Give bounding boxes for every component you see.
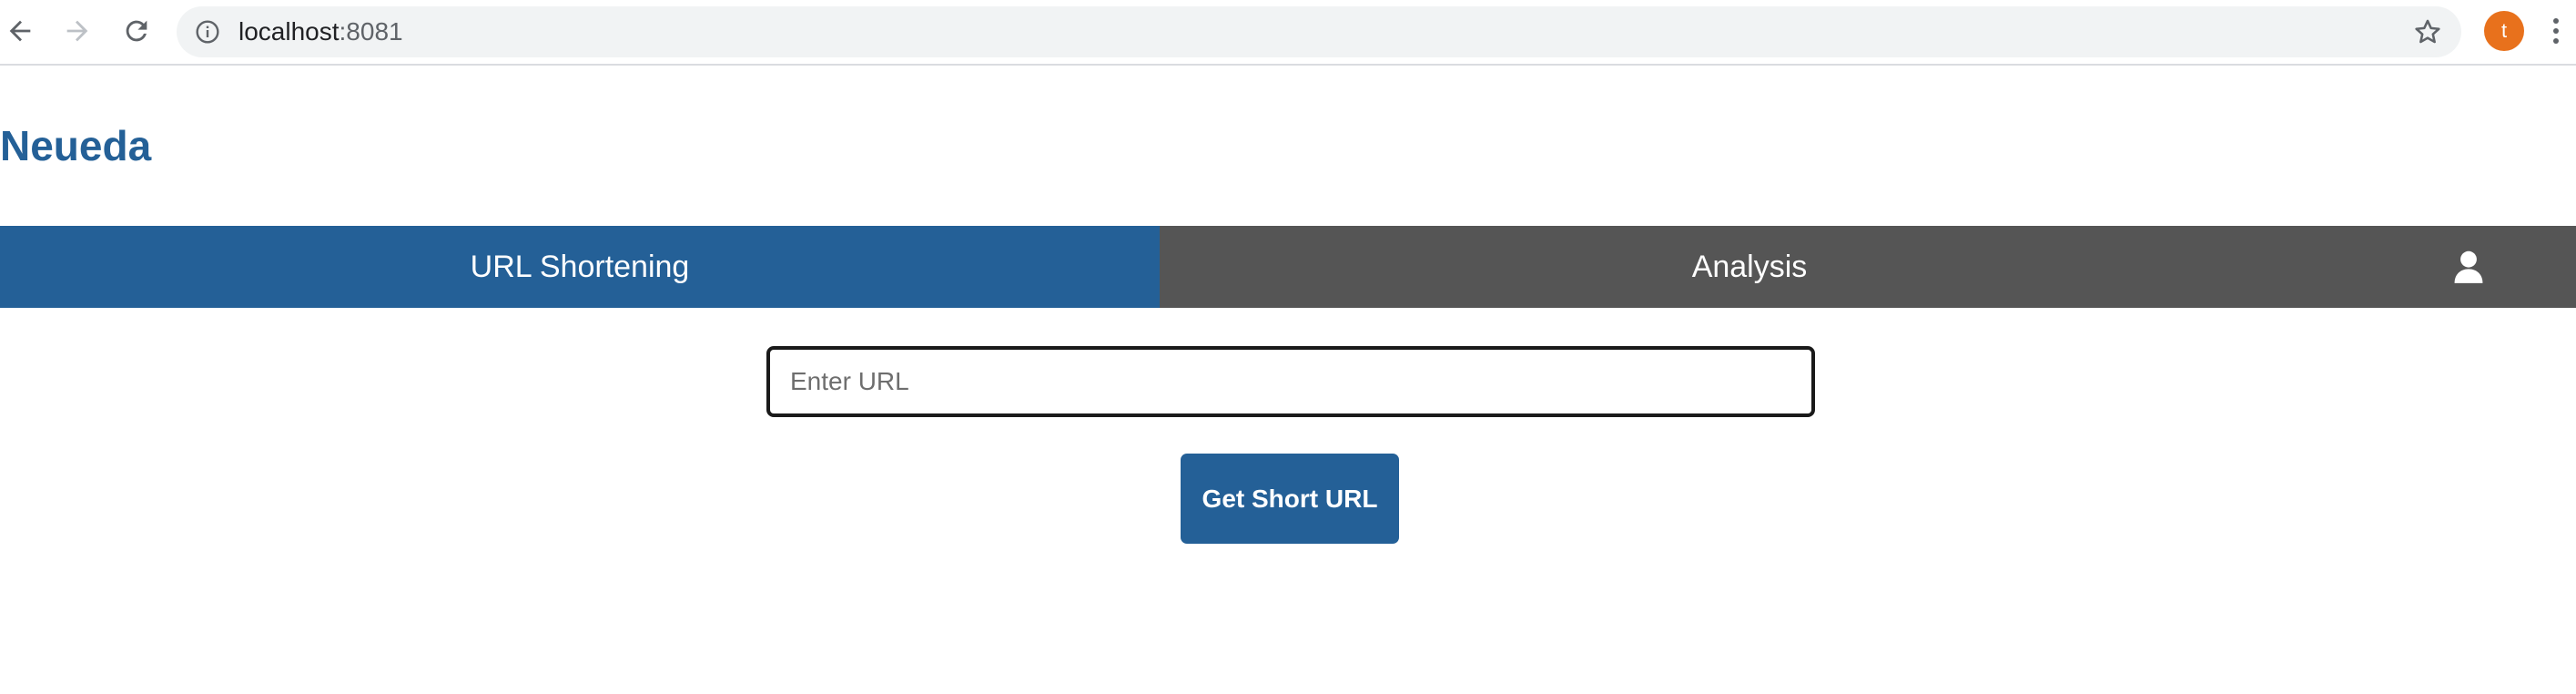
- more-vert-icon[interactable]: [2545, 11, 2567, 51]
- browser-toolbar: localhost:8081 t: [0, 0, 2576, 66]
- url-host: localhost: [238, 17, 340, 46]
- tab-label: Analysis: [1691, 249, 1808, 284]
- brand-logo-text: Neueda: [0, 122, 152, 169]
- back-arrow-icon: [9, 20, 31, 42]
- reload-icon: [126, 20, 147, 42]
- user-menu-button[interactable]: [2449, 226, 2489, 308]
- reload-button[interactable]: [117, 11, 157, 51]
- tab-analysis[interactable]: Analysis: [1160, 226, 2339, 308]
- star-icon[interactable]: [2412, 16, 2443, 47]
- forward-button[interactable]: [57, 11, 97, 51]
- tab-label: URL Shortening: [470, 249, 690, 284]
- info-icon[interactable]: [193, 17, 222, 46]
- url-port: :8081: [339, 17, 403, 46]
- forward-arrow-icon: [66, 20, 88, 42]
- tab-url-shortening[interactable]: URL Shortening: [0, 226, 1160, 308]
- address-url[interactable]: localhost:8081: [238, 18, 403, 46]
- address-bar[interactable]: localhost:8081: [177, 6, 2461, 57]
- url-input[interactable]: [766, 346, 1815, 417]
- back-button[interactable]: [0, 11, 40, 51]
- user-icon: [2454, 250, 2483, 283]
- main-navbar: URL Shortening Analysis: [0, 226, 2576, 308]
- profile-avatar[interactable]: t: [2484, 11, 2524, 51]
- get-short-url-button[interactable]: Get Short URL: [1181, 454, 1399, 544]
